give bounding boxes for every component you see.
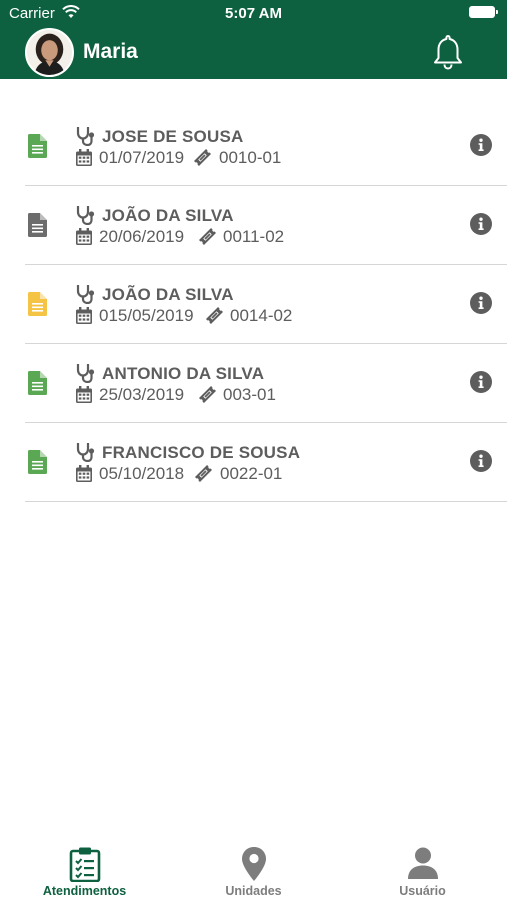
tab-label: Atendimentos (42, 884, 127, 898)
appointment-code: 0014-02 (230, 306, 293, 325)
clipboard-check-icon (69, 847, 100, 882)
calendar-icon (76, 149, 92, 166)
status-time: 5:07 AM (225, 5, 282, 22)
calendar-icon (76, 465, 92, 482)
user-icon (407, 847, 438, 879)
ticket-icon (199, 228, 216, 245)
document-icon (28, 292, 47, 316)
appointment-row[interactable]: JOSE DE SOUSA 01/07/2019 0010-01 (0, 107, 507, 186)
appointment-code: 003-01 (223, 385, 276, 404)
app-header: Carrier 5:07 AM Maria (0, 0, 507, 79)
appointment-row[interactable]: JOÃO DA SILVA 20/06/2019 0011-02 (0, 186, 507, 265)
patient-name: ANTONIO DA SILVA (102, 364, 265, 383)
appointment-row[interactable]: ANTONIO DA SILVA 25/03/2019 003-01 (0, 344, 507, 423)
info-icon[interactable] (470, 292, 492, 314)
tab-unidades[interactable]: Unidades (169, 835, 338, 900)
bell-icon[interactable] (432, 33, 464, 71)
calendar-icon (76, 307, 92, 324)
patient-name: JOSE DE SOUSA (102, 127, 244, 146)
app-screen: Carrier 5:07 AM Maria JOSE DE SOUSA 01/0… (0, 0, 507, 900)
map-pin-icon (241, 847, 266, 881)
appointment-code: 0011-02 (223, 227, 285, 246)
document-icon (28, 213, 47, 237)
user-name: Maria (83, 40, 138, 63)
calendar-icon (76, 228, 92, 245)
appointments-list: JOSE DE SOUSA 01/07/2019 0010-01 JOÃO DA… (0, 107, 507, 502)
appointment-date: 01/07/2019 (99, 148, 185, 167)
info-icon[interactable] (470, 450, 492, 472)
tab-atendimentos[interactable]: Atendimentos (0, 835, 169, 900)
patient-name: JOÃO DA SILVA (102, 206, 234, 225)
info-icon[interactable] (470, 134, 492, 156)
info-icon[interactable] (470, 213, 492, 235)
appointment-row[interactable]: FRANCISCO DE SOUSA 05/10/2018 0022-01 (0, 423, 507, 502)
stethoscope-icon (76, 206, 95, 225)
document-icon (28, 134, 47, 158)
stethoscope-icon (76, 364, 95, 383)
appointment-code: 0010-01 (219, 148, 282, 167)
document-icon (28, 450, 47, 474)
appointment-code: 0022-01 (220, 464, 283, 483)
appointment-date: 05/10/2018 (99, 464, 185, 483)
appointment-date: 20/06/2019 (99, 227, 185, 246)
avatar[interactable] (25, 28, 74, 77)
appointment-date: 015/05/2019 (99, 306, 194, 325)
stethoscope-icon (76, 127, 95, 146)
patient-name: JOÃO DA SILVA (102, 285, 234, 304)
battery-icon (469, 6, 498, 18)
tab-label: Usuário (399, 884, 446, 898)
tab-label: Unidades (225, 884, 282, 898)
ticket-icon (199, 386, 216, 403)
ticket-icon (194, 149, 211, 166)
ticket-icon (195, 465, 212, 482)
calendar-icon (76, 386, 92, 403)
tab-bar: Atendimentos Unidades Usuário (0, 835, 507, 900)
ticket-icon (206, 307, 223, 324)
stethoscope-icon (76, 285, 95, 304)
appointment-row[interactable]: JOÃO DA SILVA 015/05/2019 0014-02 (0, 265, 507, 344)
info-icon[interactable] (470, 371, 492, 393)
status-bar: Carrier 5:07 AM (0, 0, 507, 28)
patient-name: FRANCISCO DE SOUSA (102, 443, 301, 462)
document-icon (28, 371, 47, 395)
appointment-date: 25/03/2019 (99, 385, 185, 404)
stethoscope-icon (76, 443, 95, 462)
tab-usuario[interactable]: Usuário (338, 835, 507, 900)
